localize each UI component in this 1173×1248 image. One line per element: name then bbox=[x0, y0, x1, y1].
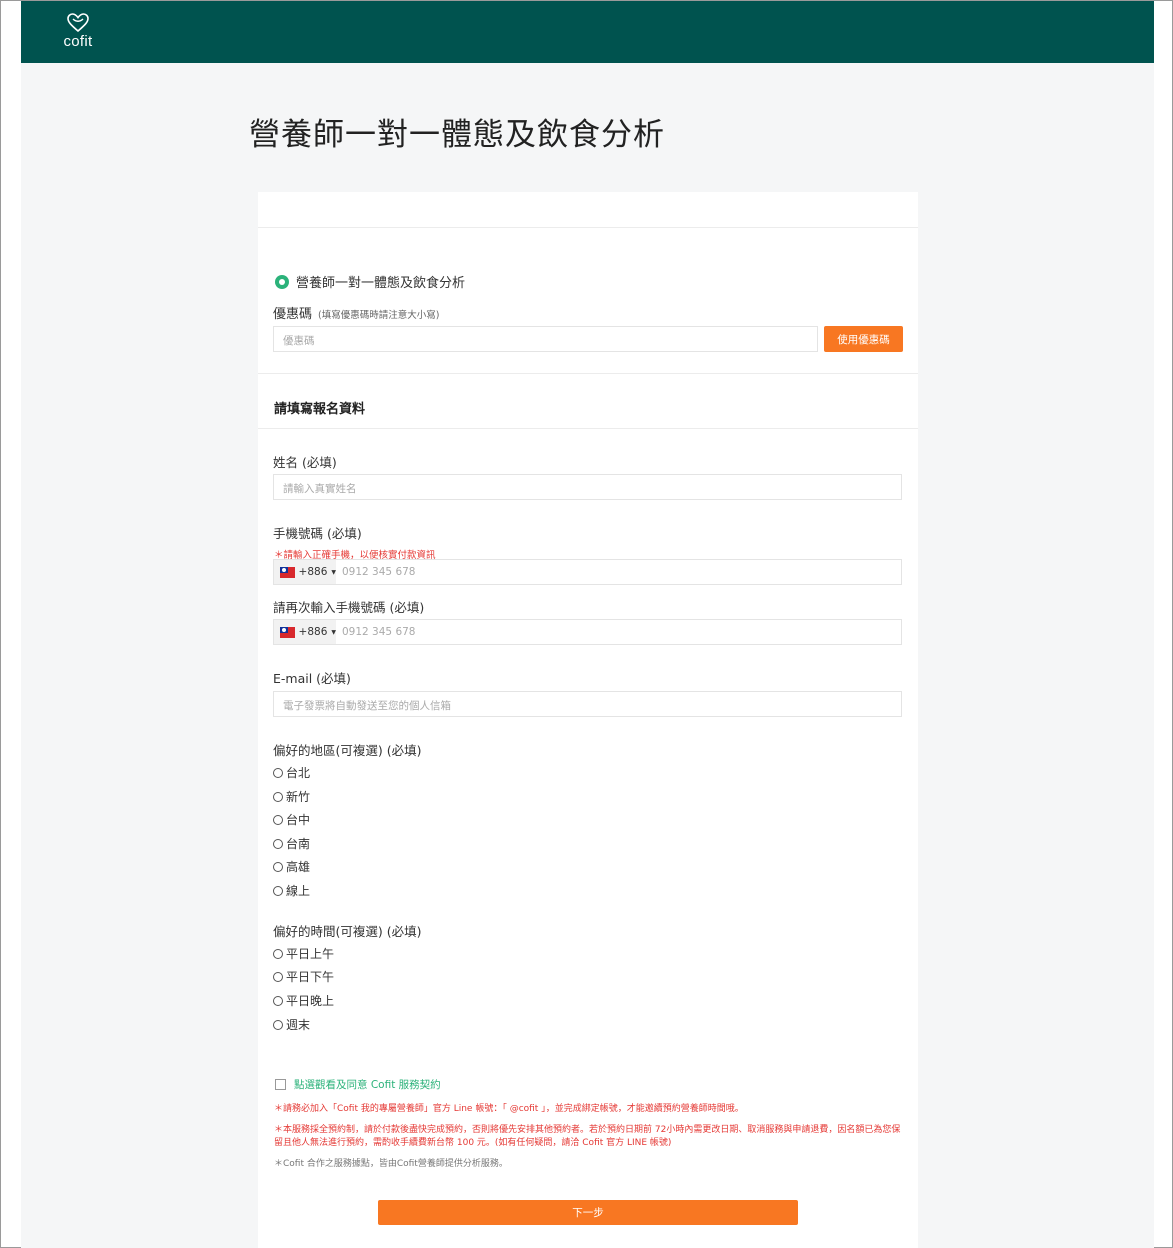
top-nav-bar: cofit bbox=[21, 1, 1154, 63]
region-option[interactable]: 高雄 bbox=[273, 858, 310, 875]
time-option[interactable]: 平日下午 bbox=[273, 968, 334, 985]
email-input[interactable]: 電子發票將自動發送至您的個人信箱 bbox=[273, 691, 902, 717]
taiwan-flag-icon bbox=[280, 566, 295, 578]
time-option[interactable]: 平日晚上 bbox=[273, 992, 334, 1009]
phone-confirm-placeholder: 0912 345 678 bbox=[342, 626, 416, 638]
email-label: E-mail (必填) bbox=[273, 671, 351, 686]
name-input[interactable]: 請輸入真實姓名 bbox=[273, 474, 902, 500]
radio-icon[interactable] bbox=[273, 814, 283, 825]
divider bbox=[258, 428, 918, 429]
cofit-logo[interactable]: cofit bbox=[57, 13, 117, 53]
next-step-button[interactable]: 下一步 bbox=[378, 1200, 798, 1225]
caret-down-icon: ▼ bbox=[331, 628, 336, 636]
region-option[interactable]: 台北 bbox=[273, 764, 310, 781]
agree-terms[interactable]: 點選觀看及同意 Cofit 服務契約 bbox=[275, 1077, 441, 1092]
line-account-note: ＊請務必加入「Cofit 我的專屬營養師」官方 Line 帳號：「 @cofit… bbox=[274, 1104, 744, 1114]
name-label: 姓名 (必填) bbox=[273, 455, 337, 470]
page: cofit 營養師一對一體態及飲食分析 營養師一對一體態及飲食分析 優惠碼 (填寫… bbox=[21, 1, 1154, 1248]
region-option[interactable]: 台南 bbox=[273, 835, 310, 852]
time-option-label: 週末 bbox=[286, 1018, 311, 1032]
page-title: 營養師一對一體態及飲食分析 bbox=[249, 117, 665, 153]
apply-coupon-button[interactable]: 使用優惠碼 bbox=[824, 326, 903, 352]
coupon-hint: (填寫優惠碼時請注意大小寫) bbox=[318, 310, 440, 321]
region-option-label: 台北 bbox=[286, 766, 311, 780]
reservation-policy-note: ＊本服務採全預約制，請於付款後盡快完成預約，否則將優先安排其他預約者。若於預約日… bbox=[274, 1125, 901, 1148]
time-label: 偏好的時間(可複選) (必填) bbox=[273, 924, 422, 939]
product-option-label: 營養師一對一體態及飲食分析 bbox=[296, 276, 466, 291]
caret-down-icon: ▼ bbox=[331, 568, 336, 576]
browser-frame: cofit 營養師一對一體態及飲食分析 營養師一對一體態及飲食分析 優惠碼 (填寫… bbox=[0, 0, 1173, 1248]
region-option-label: 高雄 bbox=[286, 860, 311, 874]
radio-icon[interactable] bbox=[273, 791, 283, 802]
region-option-label: 台中 bbox=[286, 813, 311, 827]
coupon-input[interactable]: 優惠碼 bbox=[273, 326, 818, 352]
phone-label: 手機號碼 (必填) bbox=[273, 526, 362, 541]
time-option[interactable]: 平日上午 bbox=[273, 945, 334, 962]
radio-icon[interactable] bbox=[273, 885, 283, 896]
logo-text: cofit bbox=[63, 33, 93, 50]
partner-service-note: ＊Cofit 合作之服務據點，皆由Cofit營養師提供分析服務。 bbox=[274, 1159, 508, 1169]
region-option[interactable]: 線上 bbox=[273, 882, 310, 899]
time-option-label: 平日晚上 bbox=[286, 994, 335, 1008]
divider bbox=[258, 227, 918, 228]
coupon-label-text: 優惠碼 bbox=[273, 307, 313, 322]
radio-selected-icon[interactable] bbox=[275, 274, 289, 289]
phone-placeholder: 0912 345 678 bbox=[342, 566, 416, 578]
time-option-label: 平日下午 bbox=[286, 970, 335, 984]
agree-checkbox[interactable] bbox=[275, 1079, 286, 1090]
radio-icon[interactable] bbox=[273, 767, 283, 778]
taiwan-flag-icon bbox=[280, 626, 295, 638]
phone-confirm-input[interactable]: +886 ▼ 0912 345 678 bbox=[273, 619, 902, 645]
time-option[interactable]: 週末 bbox=[273, 1016, 310, 1033]
region-option[interactable]: 新竹 bbox=[273, 788, 310, 805]
phone-confirm-label: 請再次輸入手機號碼 (必填) bbox=[273, 600, 425, 615]
region-label: 偏好的地區(可複選) (必填) bbox=[273, 743, 422, 758]
divider bbox=[258, 373, 918, 374]
country-code: +886 bbox=[298, 626, 328, 638]
country-code: +886 bbox=[298, 566, 328, 578]
region-option[interactable]: 台中 bbox=[273, 811, 310, 828]
coupon-label: 優惠碼 (填寫優惠碼時請注意大小寫) bbox=[273, 303, 439, 322]
region-option-label: 台南 bbox=[286, 837, 311, 851]
time-option-label: 平日上午 bbox=[286, 947, 335, 961]
region-option-label: 新竹 bbox=[286, 790, 311, 804]
registration-card: 營養師一對一體態及飲食分析 優惠碼 (填寫優惠碼時請注意大小寫) 優惠碼 使用優惠… bbox=[258, 192, 918, 1248]
radio-icon[interactable] bbox=[273, 971, 283, 982]
radio-icon[interactable] bbox=[273, 838, 283, 849]
radio-icon[interactable] bbox=[273, 861, 283, 872]
region-option-label: 線上 bbox=[286, 884, 311, 898]
country-code-select[interactable]: +886 ▼ bbox=[274, 620, 336, 644]
radio-icon[interactable] bbox=[273, 948, 283, 959]
product-option[interactable]: 營養師一對一體態及飲食分析 bbox=[275, 272, 465, 291]
country-code-select[interactable]: +886 ▼ bbox=[274, 560, 336, 584]
heart-logo-icon bbox=[67, 13, 89, 33]
radio-icon[interactable] bbox=[273, 995, 283, 1006]
terms-link[interactable]: 點選觀看及同意 Cofit 服務契約 bbox=[294, 1077, 441, 1092]
radio-icon[interactable] bbox=[273, 1019, 283, 1030]
phone-input[interactable]: +886 ▼ 0912 345 678 bbox=[273, 559, 902, 585]
section-title: 請填寫報名資料 bbox=[274, 402, 366, 417]
